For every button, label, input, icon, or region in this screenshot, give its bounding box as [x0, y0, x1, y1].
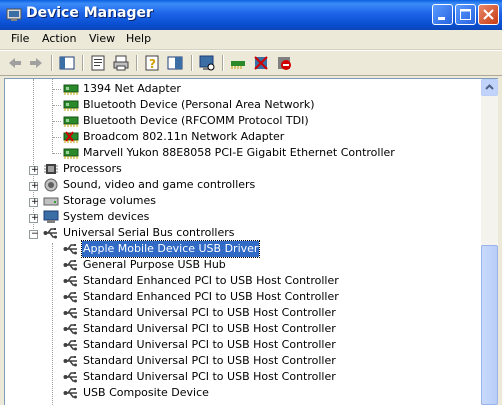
speaker-icon — [44, 178, 58, 192]
usb-icon — [43, 228, 57, 239]
maximize-icon — [460, 9, 471, 20]
menu-bar: File Action View Help — [0, 30, 502, 50]
tree-item-usb-device-selected[interactable]: Apple Mobile Device USB Driver — [63, 240, 443, 258]
show-hide-console-tree-icon[interactable] — [58, 54, 76, 72]
tree-item-usb-device[interactable]: Standard Universal PCI to USB Host Contr… — [63, 305, 443, 321]
print-icon[interactable] — [112, 54, 130, 72]
scan-hardware-icon[interactable] — [198, 54, 216, 72]
usb-icon — [63, 388, 77, 399]
chevron-up-icon — [485, 84, 494, 90]
tree-item-network-adapter[interactable]: 1394 Net Adapter — [63, 81, 443, 97]
usb-icon — [63, 276, 77, 287]
forward-arrow-icon[interactable] — [27, 54, 45, 72]
tree-item-network-adapter[interactable]: Bluetooth Device (Personal Area Network) — [63, 97, 443, 113]
usb-icon — [63, 260, 77, 271]
window-title: Device Manager — [26, 5, 153, 21]
network-card-icon — [63, 116, 79, 127]
minimize-button[interactable] — [432, 4, 453, 25]
usb-icon — [63, 340, 77, 351]
network-card-disabled-icon — [63, 131, 79, 143]
device-tree[interactable]: 1394 Net Adapter Bluetooth Device (Perso… — [4, 78, 481, 405]
network-card-icon — [63, 100, 79, 111]
menu-help[interactable]: Help — [126, 32, 151, 45]
usb-icon — [63, 292, 77, 303]
processor-icon — [44, 164, 58, 174]
expand-button[interactable]: + — [29, 182, 39, 191]
tree-item-usb-device[interactable]: Standard Universal PCI to USB Host Contr… — [63, 369, 443, 385]
tree-item-usb-device[interactable]: Standard Universal PCI to USB Host Contr… — [63, 337, 443, 353]
tree-item-usb-device[interactable]: Standard Universal PCI to USB Host Contr… — [63, 353, 443, 369]
tree-item-network-adapter[interactable]: Bluetooth Device (RFCOMM Protocol TDI) — [63, 113, 443, 129]
tree-item-network-adapter[interactable]: Marvell Yukon 88E8058 PCI-E Gigabit Ethe… — [63, 145, 463, 161]
network-card-icon — [63, 148, 79, 159]
svg-text:?: ? — [149, 57, 156, 71]
export-list-icon[interactable] — [166, 54, 184, 72]
network-card-icon — [63, 84, 79, 95]
tree-item-usb-device[interactable]: Standard Enhanced PCI to USB Host Contro… — [63, 273, 443, 289]
tree-item-usb-device[interactable]: USB Composite Device — [63, 385, 443, 401]
tree-item-network-adapter-disabled[interactable]: Broadcom 802.11n Network Adapter — [63, 129, 443, 145]
close-button[interactable] — [478, 4, 499, 25]
title-bar[interactable]: Device Manager — [0, 0, 502, 30]
usb-icon — [63, 372, 77, 383]
toolbar: ? — [0, 50, 502, 76]
disk-drive-icon — [43, 197, 59, 206]
vertical-scrollbar[interactable] — [481, 78, 498, 405]
menu-view[interactable]: View — [89, 32, 115, 45]
tree-category-system[interactable]: System devices — [43, 209, 343, 225]
menu-file[interactable]: File — [11, 32, 29, 45]
device-manager-icon — [6, 8, 22, 21]
maximize-button[interactable] — [455, 4, 476, 25]
disable-icon[interactable] — [275, 54, 293, 72]
update-driver-icon[interactable] — [229, 54, 247, 72]
tree-item-usb-device[interactable]: General Purpose USB Hub — [63, 257, 443, 273]
uninstall-icon[interactable] — [252, 54, 270, 72]
minimize-icon — [438, 17, 445, 20]
tree-category-storage[interactable]: Storage volumes — [43, 193, 343, 209]
tree-item-usb-device[interactable]: Standard Enhanced PCI to USB Host Contro… — [63, 289, 443, 305]
tree-item-usb-device[interactable]: Standard Universal PCI to USB Host Contr… — [63, 321, 443, 337]
close-icon — [483, 9, 494, 20]
usb-icon — [63, 324, 77, 335]
usb-icon — [63, 308, 77, 319]
scroll-up-button[interactable] — [481, 79, 498, 96]
back-arrow-icon[interactable] — [6, 54, 24, 72]
collapse-button[interactable]: − — [29, 230, 39, 239]
tree-category-processors[interactable]: Processors — [43, 161, 343, 177]
usb-icon — [63, 356, 77, 367]
expand-button[interactable]: + — [29, 166, 39, 175]
expand-button[interactable]: + — [29, 214, 39, 223]
tree-category-sound[interactable]: Sound, video and game controllers — [43, 177, 343, 193]
menu-action[interactable]: Action — [42, 32, 76, 45]
tree-category-usb[interactable]: Universal Serial Bus controllers — [43, 225, 343, 241]
properties-icon[interactable] — [89, 54, 107, 72]
usb-icon — [63, 244, 77, 255]
scroll-thumb[interactable] — [481, 245, 498, 405]
expand-button[interactable]: + — [29, 198, 39, 207]
system-computer-icon — [43, 210, 59, 223]
help-icon[interactable]: ? — [143, 54, 161, 72]
